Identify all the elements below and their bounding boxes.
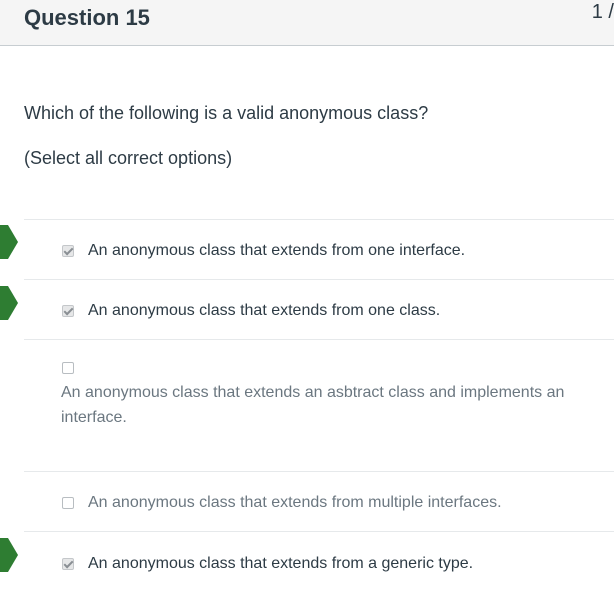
- checkbox-empty-icon[interactable]: [62, 362, 74, 374]
- checkbox-checked-icon[interactable]: [62, 245, 74, 257]
- answer-label: An anonymous class that extends from one…: [88, 242, 466, 259]
- question-title: Question 15: [24, 5, 150, 30]
- answer-option[interactable]: An anonymous class that extends from mul…: [24, 471, 614, 532]
- answer-label: An anonymous class that extends from one…: [88, 302, 441, 319]
- question-instruction: (Select all correct options): [24, 148, 233, 168]
- correct-answer-arrow-icon: [0, 286, 18, 320]
- answer-label: An anonymous class that extends an asbtr…: [61, 384, 565, 426]
- question-text: Which of the following is a valid anonym…: [24, 103, 429, 123]
- question-header: Question 15 1 /: [0, 0, 614, 46]
- correct-answer-arrow-icon: [0, 225, 18, 259]
- answer-option[interactable]: An anonymous class that extends an asbtr…: [24, 339, 614, 472]
- question-points: 1 /: [591, 1, 614, 23]
- answer-option[interactable]: An anonymous class that extends from one…: [24, 219, 614, 280]
- answer-option[interactable]: An anonymous class that extends from a g…: [24, 531, 614, 592]
- answer-label: An anonymous class that extends from a g…: [88, 555, 474, 572]
- checkbox-checked-icon[interactable]: [62, 558, 74, 570]
- checkbox-checked-icon[interactable]: [62, 305, 74, 317]
- answer-option[interactable]: An anonymous class that extends from one…: [24, 279, 614, 340]
- checkbox-empty-icon[interactable]: [62, 497, 74, 509]
- correct-answer-arrow-icon: [0, 538, 18, 572]
- answer-label: An anonymous class that extends from mul…: [88, 494, 502, 511]
